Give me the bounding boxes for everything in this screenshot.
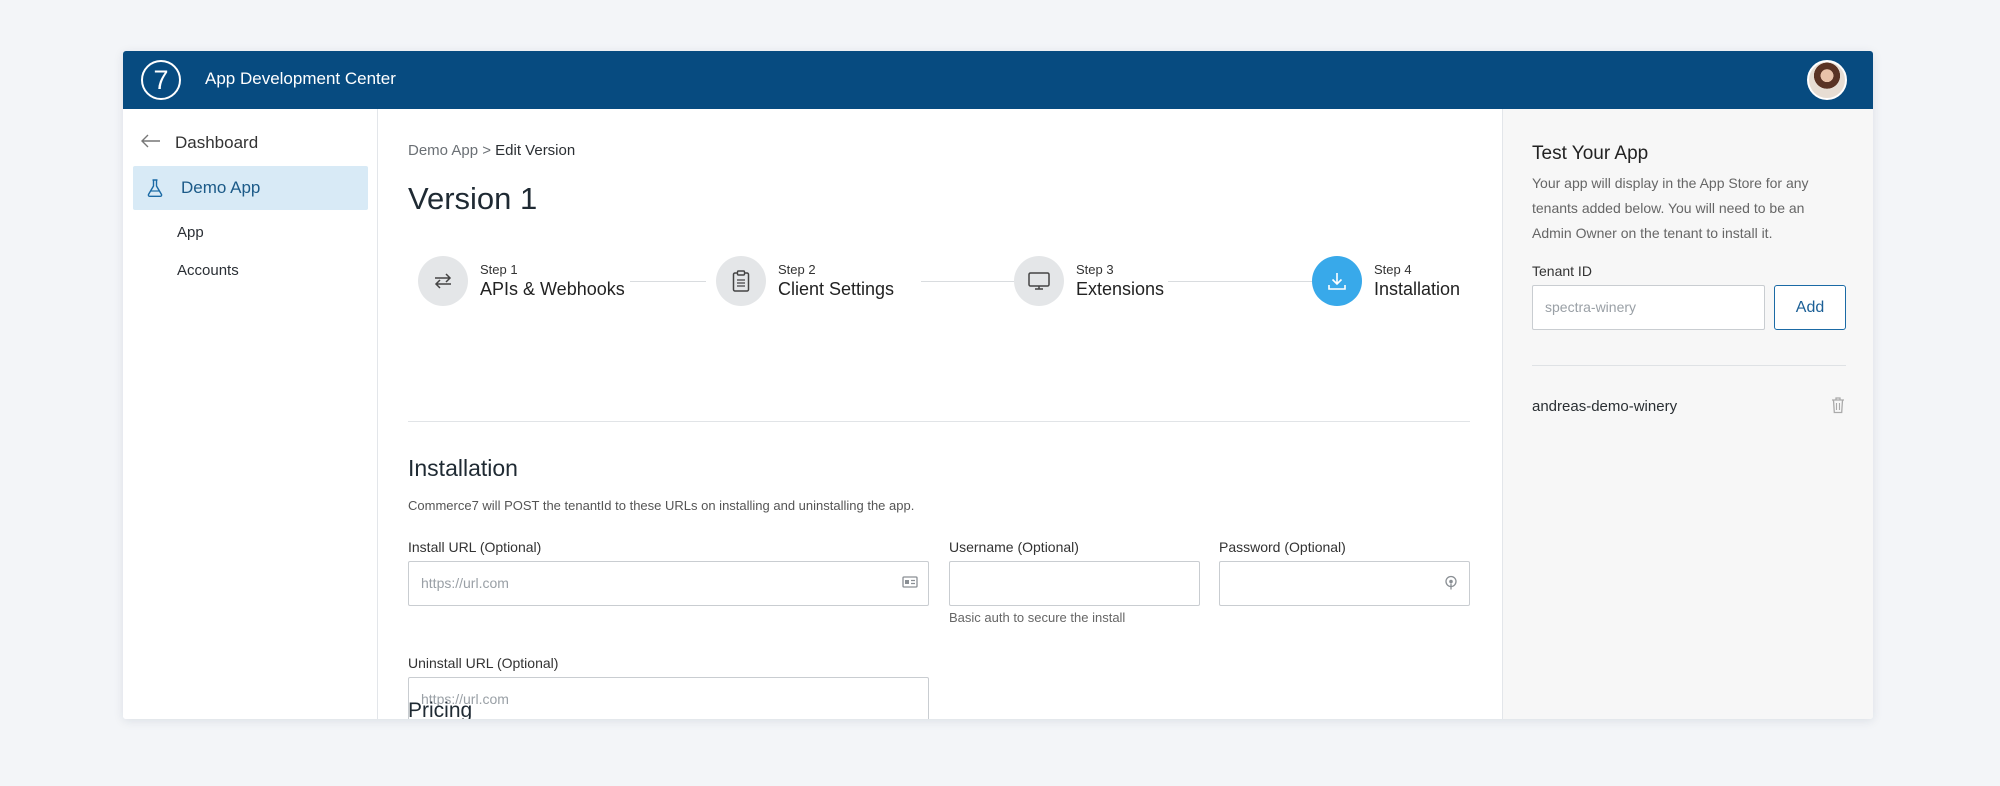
username-help-text: Basic auth to secure the install xyxy=(949,610,1126,625)
panel-divider xyxy=(1532,365,1846,366)
uninstall-url-label: Uninstall URL (Optional) xyxy=(408,655,559,671)
monitor-icon xyxy=(1014,256,1064,306)
installation-description: Commerce7 will POST the tenantId to thes… xyxy=(408,498,915,513)
step-connector xyxy=(921,281,1024,282)
username-input[interactable] xyxy=(949,561,1200,606)
nav-demo-app-label: Demo App xyxy=(181,178,261,197)
flask-icon xyxy=(147,179,163,197)
step-connector xyxy=(1168,281,1314,282)
breadcrumb-parent-link[interactable]: Demo App xyxy=(408,142,478,159)
key-icon[interactable] xyxy=(1443,575,1459,591)
step-number: Step 3 xyxy=(1076,262,1114,277)
breadcrumb: Demo App > Edit Version xyxy=(408,142,575,159)
step-label: Extensions xyxy=(1076,279,1165,299)
tenant-id-label: Tenant ID xyxy=(1532,263,1592,279)
step-4-installation[interactable]: Step 4 Installation xyxy=(1312,256,1460,306)
test-app-title: Test Your App xyxy=(1532,143,1649,164)
pricing-heading: Pricing xyxy=(408,699,473,719)
download-icon xyxy=(1312,256,1362,306)
main-content: Demo App > Edit Version Version 1 Step 1… xyxy=(378,109,1502,719)
password-input[interactable] xyxy=(1219,561,1470,606)
install-url-placeholder: https://url.com xyxy=(421,575,509,591)
step-number: Step 1 xyxy=(480,262,518,277)
swap-arrows-icon xyxy=(418,256,468,306)
nav-dashboard-label: Dashboard xyxy=(175,132,259,152)
tenant-id-input[interactable]: spectra-winery xyxy=(1532,285,1765,330)
nav-sub-item-accounts[interactable]: Accounts xyxy=(177,262,239,279)
clipboard-icon xyxy=(716,256,766,306)
step-label: Client Settings xyxy=(778,279,895,299)
password-label: Password (Optional) xyxy=(1219,539,1346,555)
user-avatar[interactable] xyxy=(1807,60,1847,100)
sidebar: Dashboard Demo App App Accounts xyxy=(123,109,378,719)
top-bar: 7 App Development Center xyxy=(123,51,1873,109)
uninstall-url-input[interactable]: https://url.com xyxy=(408,677,929,719)
step-progress: Step 1 APIs & Webhooks Step 2 Client Set… xyxy=(408,256,1470,316)
trash-icon[interactable] xyxy=(1831,396,1845,414)
installation-heading: Installation xyxy=(408,455,518,481)
step-label: Installation xyxy=(1374,279,1461,299)
commerce7-logo[interactable]: 7 xyxy=(141,60,181,100)
step-number: Step 4 xyxy=(1374,262,1412,277)
install-url-label: Install URL (Optional) xyxy=(408,539,542,555)
address-card-icon xyxy=(902,575,918,591)
step-2-client-settings[interactable]: Step 2 Client Settings xyxy=(716,256,894,306)
step-3-extensions[interactable]: Step 3 Extensions xyxy=(1014,256,1164,306)
tenant-id-placeholder: spectra-winery xyxy=(1545,299,1637,315)
step-label: APIs & Webhooks xyxy=(480,279,625,299)
app-title: App Development Center xyxy=(205,69,396,88)
add-tenant-button[interactable]: Add xyxy=(1774,285,1846,330)
nav-dashboard-link[interactable]: Dashboard xyxy=(141,131,258,154)
section-divider xyxy=(408,421,1470,422)
nav-sub-item-app[interactable]: App xyxy=(177,224,204,241)
step-connector xyxy=(630,281,706,282)
app-window: 7 App Development Center Dashboard Demo … xyxy=(123,51,1873,719)
install-url-input[interactable]: https://url.com xyxy=(408,561,929,606)
step-1-apis-webhooks[interactable]: Step 1 APIs & Webhooks xyxy=(418,256,625,306)
test-app-description: Your app will display in the App Store f… xyxy=(1532,175,1809,241)
tenant-list-item: andreas-demo-winery xyxy=(1532,398,1678,415)
step-number: Step 2 xyxy=(778,262,816,277)
test-app-panel: Test Your App Your app will display in t… xyxy=(1502,109,1873,719)
page-title: Version 1 xyxy=(408,181,538,216)
breadcrumb-separator: > xyxy=(482,142,491,159)
back-arrow-icon xyxy=(141,131,161,154)
nav-item-demo-app[interactable]: Demo App xyxy=(133,166,368,210)
breadcrumb-current: Edit Version xyxy=(495,142,576,159)
username-label: Username (Optional) xyxy=(949,539,1079,555)
